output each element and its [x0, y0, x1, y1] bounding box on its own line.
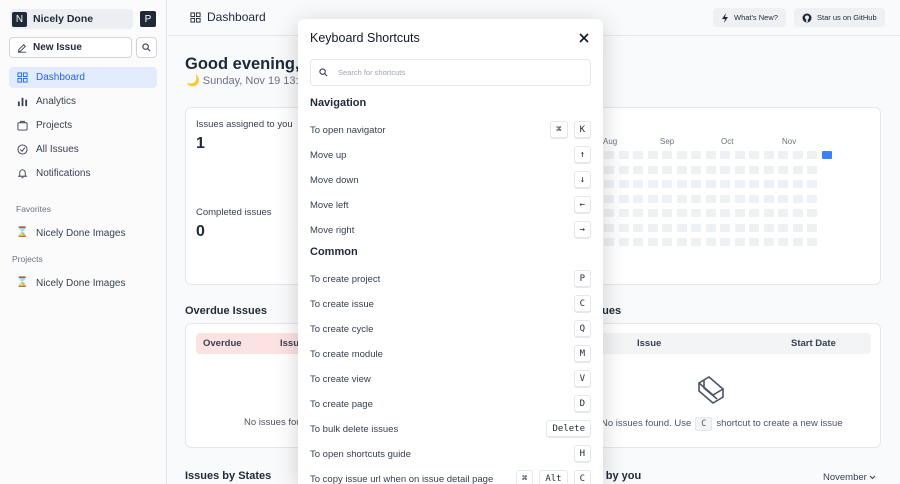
shortcut-group-title: Navigation: [310, 97, 367, 109]
shortcut-keys: →: [568, 221, 591, 238]
shortcut-key: ↓: [573, 171, 591, 188]
shortcut-row: To bulk delete issues Delete: [310, 420, 591, 440]
shortcut-label: To create view: [310, 374, 371, 385]
shortcut-row: To create page D: [310, 395, 591, 415]
keyboard-shortcuts-modal: Keyboard Shortcuts Navigation To open nav…: [298, 19, 603, 484]
shortcut-label: Move left: [310, 200, 349, 211]
shortcut-keys: M: [568, 345, 591, 362]
shortcut-keys: ↓: [568, 171, 591, 188]
shortcut-row: Move left ←: [310, 196, 591, 216]
search-icon: [319, 68, 328, 77]
shortcut-row: To open navigator ⌘ K: [310, 121, 591, 141]
shortcut-row: To create issue C: [310, 295, 591, 315]
shortcut-label: Move right: [310, 225, 355, 236]
modal-title: Keyboard Shortcuts: [310, 31, 420, 45]
shortcut-key: ←: [573, 196, 591, 213]
shortcut-label: To create cycle: [310, 324, 374, 335]
shortcut-keys: P: [568, 270, 591, 287]
shortcut-row: Move right →: [310, 221, 591, 241]
shortcut-group-title: Common: [310, 246, 358, 258]
shortcut-key: C: [573, 295, 591, 312]
shortcut-label: To open shortcuts guide: [310, 449, 411, 460]
shortcut-label: Move down: [310, 175, 359, 186]
shortcut-keys: C: [568, 295, 591, 312]
shortcut-key: V: [573, 370, 591, 387]
shortcut-keys: V: [568, 370, 591, 387]
shortcut-keys: D: [568, 395, 591, 412]
shortcut-row: To create view V: [310, 370, 591, 390]
shortcut-search[interactable]: [310, 59, 591, 86]
shortcut-keys: Q: [568, 320, 591, 337]
shortcut-row: To open shortcuts guide H: [310, 445, 591, 465]
shortcut-keys: ←: [568, 196, 591, 213]
shortcut-keys: ↑: [568, 146, 591, 163]
shortcut-label: To open navigator: [310, 125, 386, 136]
shortcut-label: To create page: [310, 399, 373, 410]
shortcut-search-input[interactable]: [338, 68, 568, 77]
shortcut-label: To copy issue url when on issue detail p…: [310, 474, 494, 484]
shortcut-key: K: [573, 121, 591, 138]
shortcut-row: To create cycle Q: [310, 320, 591, 340]
shortcut-row: To create project P: [310, 270, 591, 290]
close-icon[interactable]: [578, 32, 590, 44]
shortcut-key: C: [573, 470, 591, 484]
shortcut-row: To copy issue url when on issue detail p…: [310, 470, 591, 484]
shortcut-row: Move up ↑: [310, 146, 591, 166]
shortcut-key: Q: [573, 320, 591, 337]
shortcut-label: Move up: [310, 150, 347, 161]
shortcut-key: P: [573, 270, 591, 287]
shortcut-key: D: [573, 395, 591, 412]
shortcut-keys: ⌘ Alt C: [510, 470, 591, 484]
shortcut-row: To create module M: [310, 345, 591, 365]
shortcut-key: Delete: [546, 420, 591, 437]
shortcut-keys: H: [568, 445, 591, 462]
shortcut-label: To create project: [310, 274, 381, 285]
shortcut-label: To create module: [310, 349, 383, 360]
shortcut-label: To bulk delete issues: [310, 424, 399, 435]
shortcut-key: Alt: [539, 470, 568, 484]
shortcut-key: ⌘: [515, 470, 534, 484]
shortcut-key: ↑: [573, 146, 591, 163]
shortcut-key: →: [573, 221, 591, 238]
shortcut-keys: Delete: [540, 420, 591, 437]
shortcut-key: H: [573, 445, 591, 462]
shortcut-key: ⌘: [550, 121, 568, 138]
shortcut-row: Move down ↓: [310, 171, 591, 191]
shortcut-label: To create issue: [310, 299, 374, 310]
shortcut-key: M: [573, 345, 591, 362]
shortcut-keys: ⌘ K: [544, 121, 591, 138]
